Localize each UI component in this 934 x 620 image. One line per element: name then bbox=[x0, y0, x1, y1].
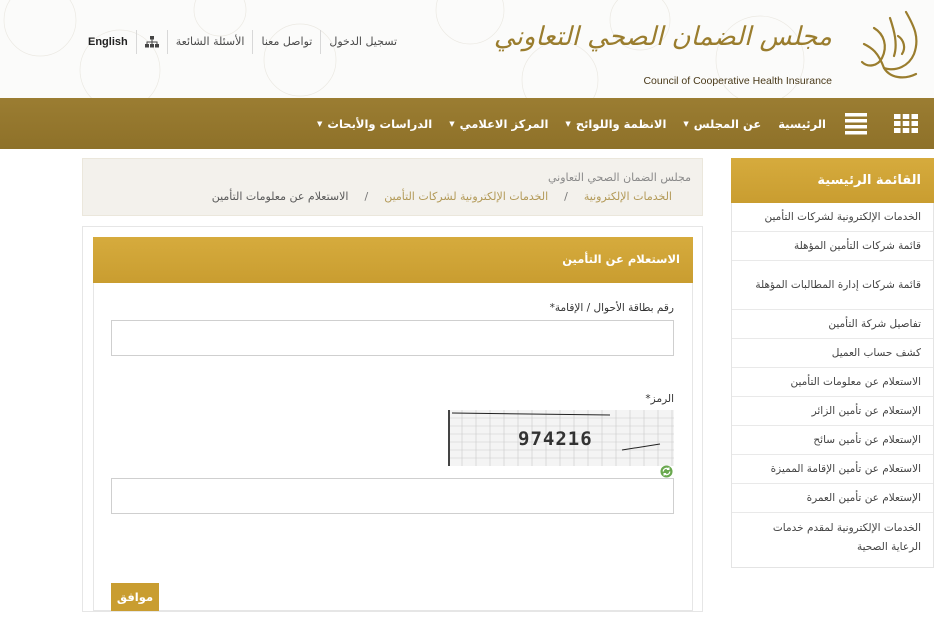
sidebar-item-qualified-insurers[interactable]: قائمة شركات التأمين المؤهلة bbox=[732, 232, 933, 261]
caret-down-icon: ▼ bbox=[449, 119, 455, 128]
contact-link[interactable]: تواصل معنا bbox=[253, 30, 322, 54]
nav-item-label: عن المجلس bbox=[693, 116, 762, 131]
sidebar-item-insurance-eservices[interactable]: الخدمات الإلكترونية لشركات التأمين bbox=[732, 203, 933, 232]
hamburger-menu-icon[interactable] bbox=[845, 111, 867, 135]
breadcrumb-title: مجلس الضمان الصحي التعاوني bbox=[547, 171, 691, 184]
apps-grid-icon[interactable] bbox=[894, 111, 918, 135]
nav-item-regulations[interactable]: الانظمة واللوائح ▼ bbox=[565, 117, 666, 131]
english-link[interactable]: English bbox=[80, 30, 137, 54]
captcha-image: 974216 bbox=[448, 410, 674, 466]
faq-link[interactable]: الأسئلة الشائعة bbox=[168, 30, 254, 54]
top-links: English الأسئلة الشائعة تواصل معنا تسجيل… bbox=[80, 30, 405, 54]
breadcrumb: مجلس الضمان الصحي التعاوني الخدمات الإلك… bbox=[82, 158, 703, 216]
sidebar-list: الخدمات الإلكترونية لشركات التأمين قائمة… bbox=[732, 203, 933, 562]
sidebar-item-insurer-details[interactable]: تفاصيل شركة التأمين bbox=[732, 310, 933, 339]
breadcrumb-item-eservices[interactable]: الخدمات الإلكترونية bbox=[584, 190, 672, 203]
sidebar: القائمة الرئيسية الخدمات الإلكترونية لشر… bbox=[731, 158, 934, 568]
sitemap-link[interactable] bbox=[137, 30, 168, 54]
refresh-captcha-icon[interactable] bbox=[660, 465, 673, 478]
sidebar-item-tourist-inquiry[interactable]: الإستعلام عن تأمين سائح bbox=[732, 426, 933, 455]
sitemap-icon bbox=[144, 36, 159, 48]
caret-down-icon: ▼ bbox=[683, 119, 689, 128]
breadcrumb-separator: / bbox=[364, 190, 369, 203]
sidebar-item-qualified-tpas[interactable]: قائمة شركات إدارة المطالبات المؤهلة bbox=[732, 261, 933, 310]
nav-item-label: الرئيسية bbox=[778, 116, 826, 131]
nav-item-media-center[interactable]: المركز الاعلامي ▼ bbox=[449, 117, 548, 131]
nav-items: الرئيسية عن المجلس ▼ الانظمة واللوائح ▼ … bbox=[300, 98, 826, 149]
nav-item-label: الدراسات والأبحاث bbox=[327, 116, 433, 131]
panel-title: الاستعلام عن التأمين bbox=[562, 252, 680, 266]
id-number-input[interactable] bbox=[111, 320, 674, 356]
captcha-input[interactable] bbox=[111, 478, 674, 514]
breadcrumb-trail: الخدمات الإلكترونية / الخدمات الإلكتروني… bbox=[212, 190, 672, 203]
site-logo[interactable]: مجلس الضمان الصحي التعاوني Council of Co… bbox=[494, 8, 924, 87]
main-nav: الرئيسية عن المجلس ▼ الانظمة واللوائح ▼ … bbox=[0, 98, 934, 149]
sidebar-item-visitor-inquiry[interactable]: الإستعلام عن تأمين الزائر bbox=[732, 397, 933, 426]
sidebar-item-customer-statement[interactable]: كشف حساب العميل bbox=[732, 339, 933, 368]
nav-item-label: المركز الاعلامي bbox=[459, 116, 549, 131]
submit-button[interactable]: موافق bbox=[111, 583, 159, 611]
sidebar-item-provider-eservices[interactable]: الخدمات الإلكترونية لمقدم خدمات الرعاية … bbox=[732, 513, 933, 562]
nav-item-about[interactable]: عن المجلس ▼ bbox=[683, 117, 761, 131]
nav-item-home[interactable]: الرئيسية bbox=[778, 117, 826, 131]
sidebar-item-insurance-info-inquiry[interactable]: الاستعلام عن معلومات التأمين bbox=[732, 368, 933, 397]
site-header: English الأسئلة الشائعة تواصل معنا تسجيل… bbox=[0, 0, 934, 98]
nav-item-studies[interactable]: الدراسات والأبحاث ▼ bbox=[317, 117, 432, 131]
captcha-label: الرمز* bbox=[645, 393, 674, 405]
nav-item-label: الانظمة واللوائح bbox=[575, 116, 667, 131]
breadcrumb-separator: / bbox=[564, 190, 568, 203]
caret-down-icon: ▼ bbox=[565, 119, 571, 128]
captcha-code: 974216 bbox=[518, 428, 593, 450]
id-number-label: رقم بطاقة الأحوال / الإقامة* bbox=[549, 302, 674, 314]
breadcrumb-item-current: الاستعلام عن معلومات التأمين bbox=[211, 190, 349, 203]
login-link[interactable]: تسجيل الدخول bbox=[321, 30, 405, 54]
sidebar-title: القائمة الرئيسية bbox=[731, 158, 934, 203]
logo-emblem-icon bbox=[860, 10, 918, 79]
logo-english-text: Council of Cooperative Health Insurance bbox=[643, 75, 832, 87]
sidebar-item-premium-residency-inquiry[interactable]: الاستعلام عن تأمين الإقامة المميزة bbox=[732, 455, 933, 484]
caret-down-icon: ▼ bbox=[317, 119, 323, 128]
logo-arabic-text: مجلس الضمان الصحي التعاوني bbox=[493, 22, 833, 52]
breadcrumb-item-insurance-eservices[interactable]: الخدمات الإلكترونية لشركات التأمين bbox=[384, 190, 548, 203]
panel-header: الاستعلام عن التأمين bbox=[93, 237, 693, 283]
sidebar-item-umrah-inquiry[interactable]: الإستعلام عن تأمين العمرة bbox=[732, 484, 933, 513]
